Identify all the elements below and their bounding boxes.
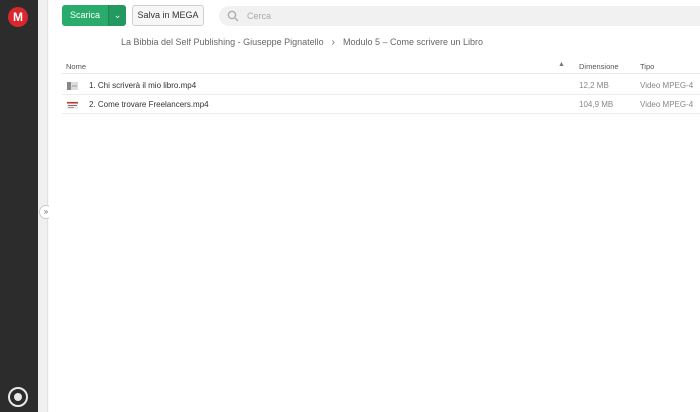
sidebar: M <box>0 0 38 412</box>
search-icon <box>227 10 239 22</box>
sort-ascending-icon[interactable]: ▲ <box>558 61 565 68</box>
table-row[interactable]: 2. Come trovare Freelancers.mp4 104,9 MB… <box>62 95 700 114</box>
column-header-size[interactable]: Dimensione <box>579 62 619 71</box>
download-button-label[interactable]: Scarica <box>62 5 108 26</box>
breadcrumb: La Bibbia del Self Publishing - Giuseppe… <box>121 36 483 48</box>
search-input[interactable] <box>247 6 687 26</box>
video-thumbnail-icon <box>67 82 78 90</box>
app-window: M » Scarica ⌄ Salva in MEGA La Bibbia de… <box>0 0 700 412</box>
file-name: 2. Come trovare Freelancers.mp4 <box>89 100 209 109</box>
chevron-down-icon[interactable]: ⌄ <box>108 5 126 26</box>
transfer-manager-icon[interactable] <box>8 387 28 407</box>
breadcrumb-item-current[interactable]: Modulo 5 – Come scrivere un Libro <box>343 37 483 47</box>
file-size: 104,9 MB <box>579 100 614 109</box>
table-header: Nome ▲ Dimensione Tipo <box>62 58 700 74</box>
video-thumbnail-icon <box>67 101 78 109</box>
file-name: 1. Chi scriverà il mio libro.mp4 <box>89 81 197 90</box>
column-header-type[interactable]: Tipo <box>640 62 654 71</box>
search-bar[interactable] <box>219 6 700 26</box>
mega-logo-icon[interactable]: M <box>8 7 28 27</box>
top-toolbar: Scarica ⌄ Salva in MEGA <box>49 0 700 32</box>
main-panel: Scarica ⌄ Salva in MEGA La Bibbia del Se… <box>49 0 700 412</box>
column-header-name[interactable]: Nome <box>66 62 86 71</box>
download-button[interactable]: Scarica ⌄ <box>62 5 126 26</box>
file-type: Video MPEG-4 <box>640 100 694 109</box>
file-size: 12,2 MB <box>579 81 609 90</box>
file-type: Video MPEG-4 <box>640 81 694 90</box>
save-to-mega-button[interactable]: Salva in MEGA <box>132 5 204 26</box>
breadcrumb-item-folder[interactable]: La Bibbia del Self Publishing - Giuseppe… <box>121 37 324 47</box>
breadcrumb-separator-icon: › <box>331 36 335 48</box>
table-row[interactable]: 1. Chi scriverà il mio libro.mp4 12,2 MB… <box>62 76 700 95</box>
